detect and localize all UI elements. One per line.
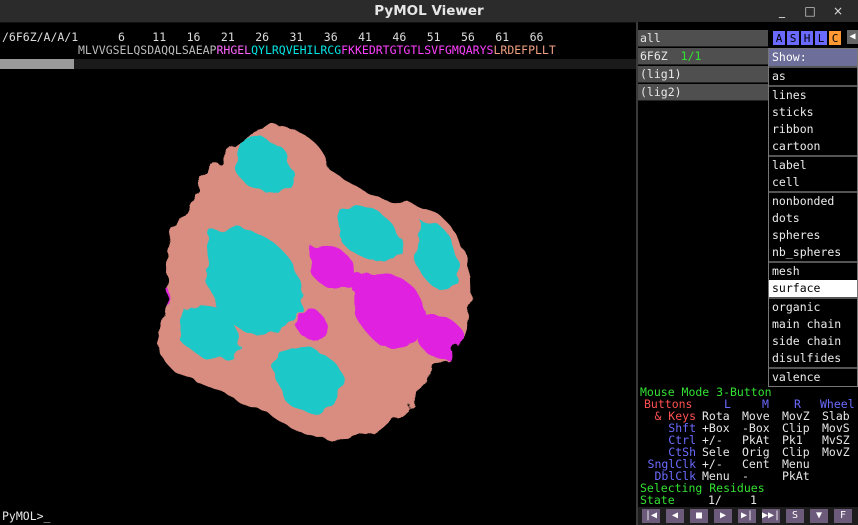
show-menu-item-side-chain[interactable]: side chain [769, 333, 857, 350]
residue-number: 36 [323, 30, 338, 44]
show-menu-item-spheres[interactable]: spheres [769, 227, 857, 244]
sequence-segment[interactable]: SVFGMQARYS [424, 43, 493, 57]
object-name: (lig1) [640, 67, 682, 81]
panel-scroll-up-icon[interactable]: ◀ [847, 30, 858, 44]
movie-playback-controls: |◀ ◀ ■ ▶ ▶| ▶▶| S ▼ F [638, 507, 858, 525]
object-name: (lig2) [640, 85, 682, 99]
sequence-segment[interactable]: MLVVGSELQSDAQQLSAEAP [78, 43, 216, 57]
sequence-segment[interactable]: FKKEDRTGTGTL [341, 43, 424, 57]
object-button-l[interactable]: L [814, 30, 828, 46]
minimize-button[interactable]: _ [770, 0, 794, 22]
rewind-icon[interactable]: |◀ [642, 509, 660, 523]
full-screen-button[interactable]: F [834, 509, 852, 523]
show-menu-item-main-chain[interactable]: main chain [769, 316, 857, 333]
state-value: 1/ [708, 493, 722, 507]
sequence-residues[interactable]: MLVVGSELQSDAQQLSAEAPRHGELQYLRQVEHILRCGFK… [78, 43, 556, 57]
residue-number: 41 [358, 30, 372, 44]
sequence-scroll-thumb[interactable] [0, 59, 74, 69]
object-button-a[interactable]: A [772, 30, 786, 46]
step-forward-icon[interactable]: ▶| [738, 509, 756, 523]
residue-number: 16 [186, 30, 201, 44]
sequence-segment[interactable]: RHGEL [216, 43, 251, 57]
mouse-mode-panel: Mouse Mode 3-Button Buttons L M R Wheel & K… [638, 384, 858, 507]
sequence-scrollbar[interactable] [0, 59, 636, 69]
show-menu-item-nb_spheres[interactable]: nb_spheres [769, 244, 857, 261]
residue-number: 51 [426, 30, 441, 44]
scene-button[interactable]: S [786, 509, 804, 523]
residue-number: 6 [118, 30, 125, 44]
residue-number: 21 [220, 30, 235, 44]
mouse-binding-value: PkAt [782, 469, 810, 483]
show-menu-item-label[interactable]: label [769, 157, 857, 174]
show-menu-item-cell[interactable]: cell [769, 174, 857, 191]
residue-number: 56 [461, 30, 475, 44]
object-button-c[interactable]: C [828, 30, 842, 46]
maximize-button[interactable]: □ [798, 0, 822, 22]
show-menu-item-dots[interactable]: dots [769, 210, 857, 227]
object-row-all[interactable]: all [638, 30, 768, 47]
show-menu-item-surface[interactable]: surface [769, 280, 857, 297]
sequence-segment[interactable]: QYLRQVEHILRCG [251, 43, 341, 57]
object-row-6f6z[interactable]: 6F6Z 1/1 [638, 48, 768, 65]
object-row-lig1[interactable]: (lig1) [638, 66, 768, 83]
show-menu[interactable]: Show: as lines sticks ribbon cartoon label cel… [768, 48, 858, 387]
show-menu-item-mesh[interactable]: mesh [769, 263, 857, 280]
mouse-binding-value: MovZ [822, 445, 850, 459]
stop-icon[interactable]: ■ [690, 509, 708, 523]
show-menu-item-sticks[interactable]: sticks [769, 104, 857, 121]
object-row-lig2[interactable]: (lig2) [638, 84, 768, 101]
step-back-icon[interactable]: ◀ [666, 509, 684, 523]
close-button[interactable]: × [826, 0, 850, 22]
protein-surface-render[interactable] [0, 70, 636, 507]
window-title-bar: PyMOL Viewer [0, 0, 858, 23]
show-menu-item-ribbon[interactable]: ribbon [769, 121, 857, 138]
show-menu-item-organic[interactable]: organic [769, 299, 857, 316]
end-icon[interactable]: ▶▶| [762, 509, 780, 523]
state-total: 1 [750, 493, 757, 507]
sequence-segment[interactable]: LRDEFPLLT [493, 43, 555, 57]
residue-number: 26 [255, 30, 270, 44]
object-button-h[interactable]: H [800, 30, 814, 46]
residue-number: 31 [289, 30, 304, 44]
residue-number: 46 [392, 30, 407, 44]
object-name: 6F6Z [640, 49, 668, 63]
show-menu-item-cartoon[interactable]: cartoon [769, 138, 857, 155]
scene-menu-icon[interactable]: ▼ [810, 509, 828, 523]
3d-viewport[interactable] [0, 70, 636, 507]
sequence-viewer[interactable]: /6F6Z/A/A/1 6 11 16 21 26 31 36 41 46 51 56 61 66 ML… [0, 30, 636, 58]
sequence-object-label: /6F6Z/A/A/1 [2, 30, 79, 44]
residue-number: 61 [495, 30, 510, 44]
show-menu-item-nonbonded[interactable]: nonbonded [769, 193, 857, 210]
show-menu-item-as[interactable]: as [769, 68, 857, 85]
play-icon[interactable]: ▶ [714, 509, 732, 523]
show-menu-item-lines[interactable]: lines [769, 87, 857, 104]
show-menu-item-disulfides[interactable]: disulfides [769, 350, 857, 367]
window-title: PyMOL Viewer [374, 3, 484, 19]
object-state: 1/1 [680, 49, 702, 63]
object-button-s[interactable]: S [786, 30, 800, 46]
state-label: State [640, 493, 675, 507]
residue-number: 11 [152, 30, 167, 44]
object-name: all [640, 31, 661, 45]
show-menu-title: Show: [769, 49, 857, 66]
residue-number: 66 [529, 30, 544, 44]
command-line-input[interactable]: PyMOL>_ [0, 507, 638, 525]
